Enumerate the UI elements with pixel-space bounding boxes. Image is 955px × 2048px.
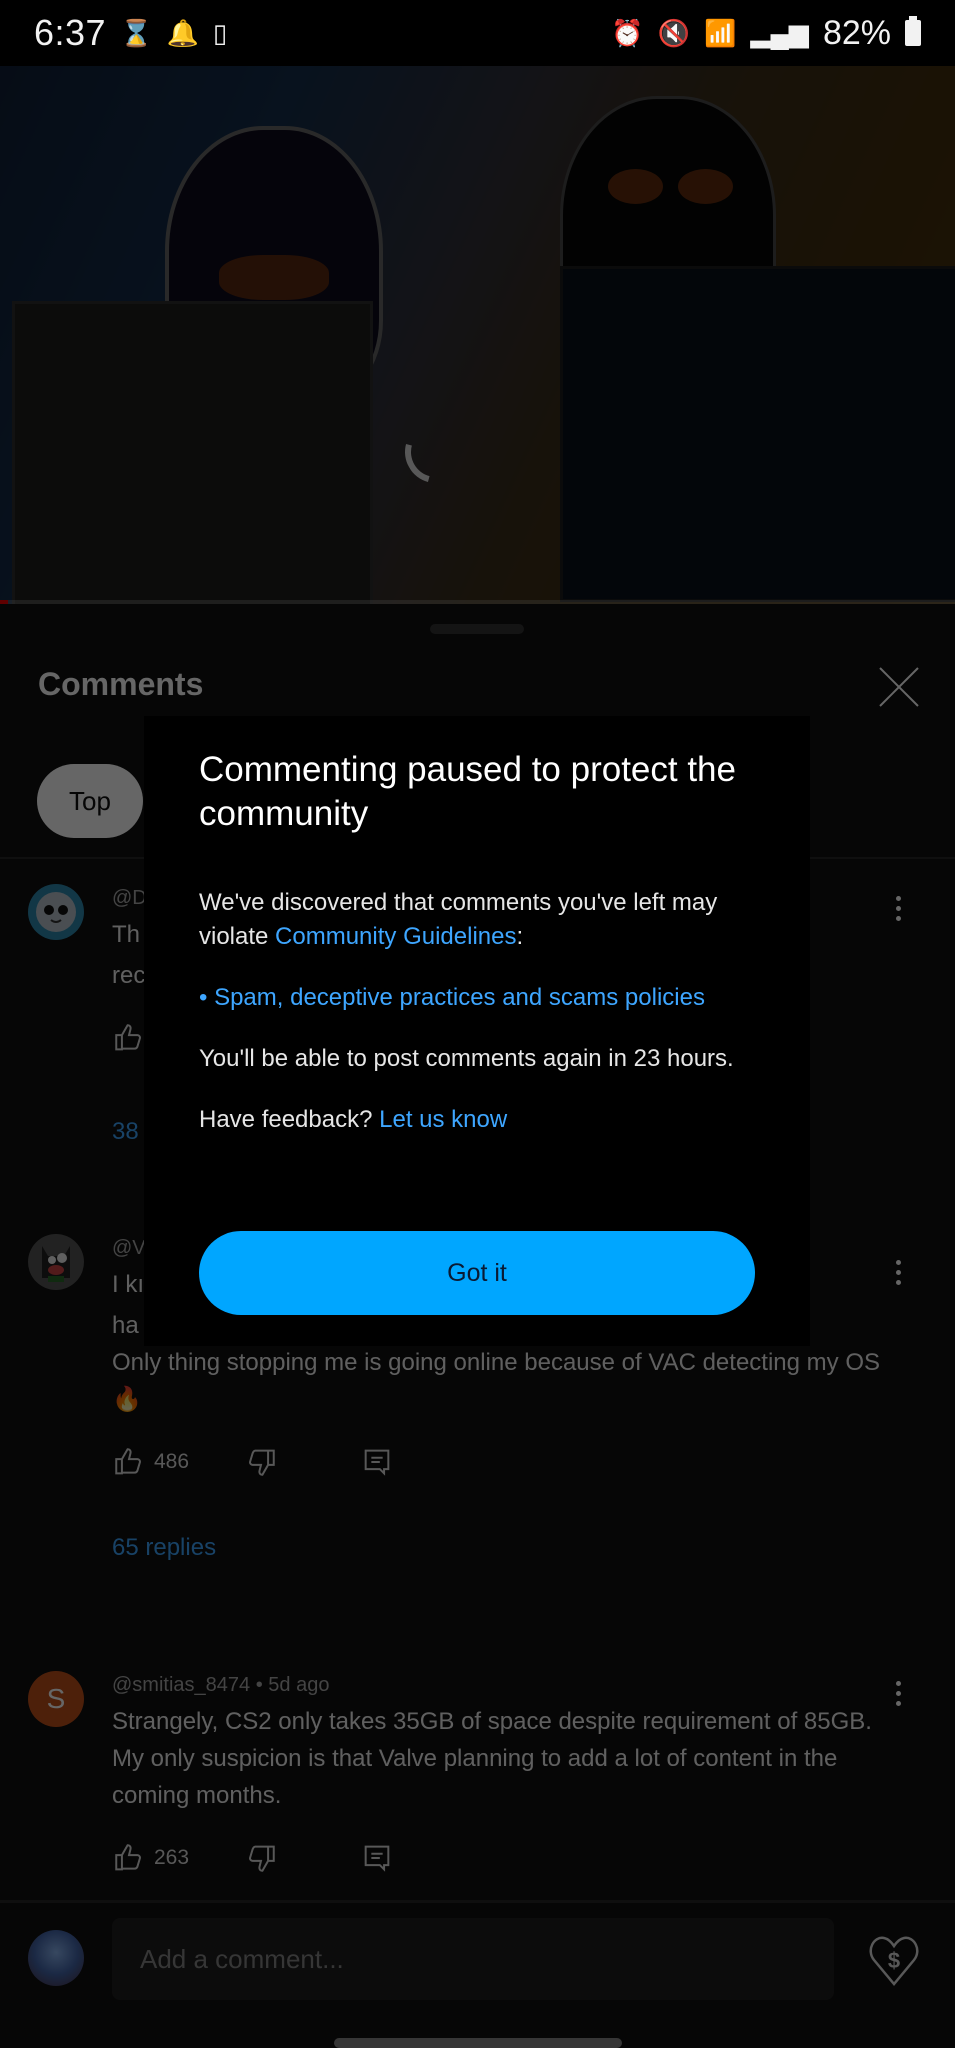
dialog-intro: We've discovered that comments you've le… bbox=[199, 886, 759, 954]
feedback-text: Have feedback? bbox=[199, 1106, 380, 1133]
let-us-know-link[interactable]: Let us know bbox=[379, 1106, 507, 1133]
alert-battery-icon: ▯ bbox=[212, 18, 228, 48]
status-bar-left: 6:37 ⌛ 🔔 ▯ bbox=[34, 12, 227, 54]
status-bar-right: ⏰ 🔇 📶 ▂▄▆ 82% bbox=[611, 14, 921, 53]
dialog-body: We've discovered that comments you've le… bbox=[199, 886, 759, 1164]
got-it-button[interactable]: Got it bbox=[199, 1231, 755, 1315]
commenting-paused-dialog: Commenting paused to protect the communi… bbox=[144, 716, 810, 1346]
intro-suffix: : bbox=[516, 923, 524, 950]
wifi-6-icon: 📶 bbox=[704, 18, 737, 48]
battery-percent: 82% bbox=[822, 13, 891, 52]
status-bar: 6:37 ⌛ 🔔 ▯ ⏰ 🔇 📶 ▂▄▆ 82% bbox=[0, 0, 955, 66]
wait-message: You'll be able to post comments again in… bbox=[199, 1045, 734, 1072]
clock: 6:37 bbox=[34, 12, 107, 53]
spam-policy-link[interactable]: • Spam, deceptive practices and scams po… bbox=[199, 981, 759, 1015]
hourglass-icon: ⌛ bbox=[120, 18, 153, 48]
alarm-icon: ⏰ bbox=[611, 18, 644, 48]
mute-icon: 🔇 bbox=[657, 18, 691, 48]
community-guidelines-link[interactable]: Community Guidelines bbox=[275, 923, 516, 950]
signal-icon: ▂▄▆ bbox=[750, 18, 809, 48]
dialog-title: Commenting paused to protect the communi… bbox=[199, 750, 736, 833]
feedback-line: Have feedback? Let us know bbox=[199, 1103, 759, 1137]
battery-icon bbox=[905, 16, 921, 46]
bell-icon: 🔔 bbox=[166, 18, 199, 48]
